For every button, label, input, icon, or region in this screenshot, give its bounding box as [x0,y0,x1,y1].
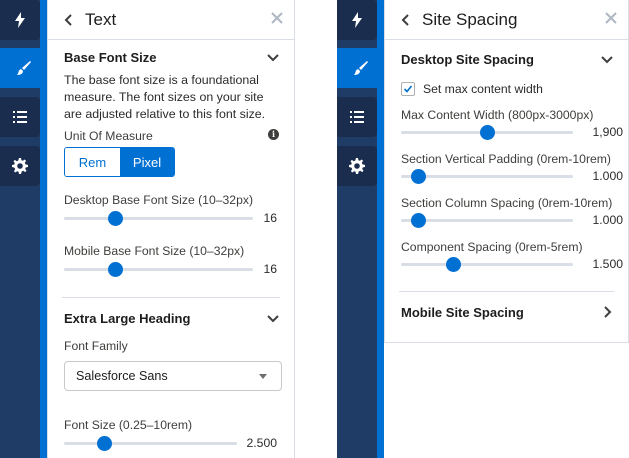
base-font-size-section-header[interactable]: Base Font Size [48,42,294,72]
text-settings-frame: Text Base Font Size The base font size i… [0,0,295,458]
base-font-size-description: The base font size is a foundational mea… [64,73,266,121]
text-panel: Text Base Font Size The base font size i… [47,0,295,458]
rail-list-button[interactable] [0,97,40,137]
section-vertical-padding-value: 1.000 [592,169,624,183]
chevron-right-icon [600,305,614,319]
desktop-base-font-size-label: Desktop Base Font Size (10–32px) [64,193,254,207]
panel-header: Text [48,0,294,40]
close-button[interactable] [270,11,284,25]
gear-icon [349,158,365,174]
rail-gear-button[interactable] [0,146,40,186]
rail-brush-button[interactable] [0,48,47,88]
site-spacing-frame: Site Spacing Desktop Site Spacing Set ma… [337,0,629,458]
extra-large-heading-section-header[interactable]: Extra Large Heading [48,303,294,333]
panel-header: Site Spacing [385,0,628,40]
section-divider [399,291,614,292]
font-family-value: Salesforce Sans [76,369,168,383]
component-spacing-slider[interactable]: 1.500 [401,252,623,276]
font-size-value: 2.500 [246,436,278,450]
chevron-left-icon [64,13,72,26]
font-family-label: Font Family [64,339,128,353]
slider-thumb[interactable] [108,211,124,226]
section-title: Base Font Size [64,49,157,65]
desktop-base-font-size-slider[interactable]: 16 [64,206,277,230]
lightning-icon [15,12,25,28]
rail-gear-button[interactable] [337,146,377,186]
slider-track [64,442,237,445]
site-spacing-panel: Site Spacing Desktop Site Spacing Set ma… [384,0,629,343]
mobile-base-font-size-value: 16 [263,262,277,276]
slider-thumb[interactable] [480,125,495,140]
left-rail [0,0,47,458]
left-rail [337,0,384,458]
slider-thumb[interactable] [411,169,427,184]
mobile-base-font-size-slider[interactable]: 16 [64,257,277,281]
info-icon[interactable]: i [268,129,279,140]
slider-thumb[interactable] [108,262,124,277]
chevron-left-icon [401,13,409,26]
font-size-label: Font Size (0.25–10rem) [64,418,193,432]
back-button[interactable] [396,10,416,30]
slider-thumb[interactable] [96,436,112,451]
chevron-down-icon [600,52,614,66]
chevron-down-icon [266,311,280,325]
mobile-base-font-size-label: Mobile Base Font Size (10–32px) [64,244,245,258]
section-title: Mobile Site Spacing [401,304,524,320]
component-spacing-value: 1.500 [592,257,624,271]
desktop-base-font-size-value: 16 [263,211,277,225]
list-icon [13,111,27,123]
rail-brush-button[interactable] [337,48,384,88]
brush-icon [16,61,31,75]
panel-title: Site Spacing [422,9,518,29]
lightning-icon [352,12,362,28]
rail-list-button[interactable] [337,97,377,137]
chevron-down-icon [266,50,280,64]
brush-icon [353,61,368,75]
close-button[interactable] [604,11,618,25]
gear-icon [12,158,28,174]
close-icon [271,12,283,24]
panel-title: Text [85,9,117,29]
slider-thumb[interactable] [445,257,461,272]
check-icon [403,85,413,93]
mobile-site-spacing-header[interactable]: Mobile Site Spacing [385,297,628,327]
section-vertical-padding-slider[interactable]: 1.000 [401,164,623,188]
slider-thumb[interactable] [411,213,427,228]
rail-lightning-button[interactable] [0,0,40,40]
max-content-width-value: 1,900 [592,125,624,139]
back-button[interactable] [59,10,79,30]
rail-lightning-button[interactable] [337,0,377,40]
section-title: Extra Large Heading [64,310,191,326]
font-size-slider[interactable]: 2.500 [64,431,277,455]
font-family-select[interactable]: Salesforce Sans [64,361,282,391]
desktop-site-spacing-header[interactable]: Desktop Site Spacing [385,44,628,74]
slider-track [64,268,253,271]
slider-track [64,217,253,220]
unit-of-measure-toggle: Rem Pixel [64,147,175,177]
max-content-width-checkbox-label: Set max content width [423,82,543,96]
max-content-width-checkbox[interactable] [401,82,415,96]
unit-of-measure-label: Unit Of Measure [64,129,153,143]
section-column-spacing-slider[interactable]: 1.000 [401,208,623,232]
section-divider [62,297,280,298]
section-title: Desktop Site Spacing [401,51,534,67]
section-column-spacing-value: 1.000 [592,213,624,227]
unit-option-rem[interactable]: Rem [65,148,120,176]
max-content-width-slider[interactable]: 1,900 [401,120,623,144]
slider-track [401,175,573,178]
slider-track [401,219,573,222]
caret-down-icon [259,374,267,379]
close-icon [605,12,617,24]
unit-option-pixel[interactable]: Pixel [120,148,174,176]
slider-track [401,263,573,266]
list-icon [350,111,364,123]
